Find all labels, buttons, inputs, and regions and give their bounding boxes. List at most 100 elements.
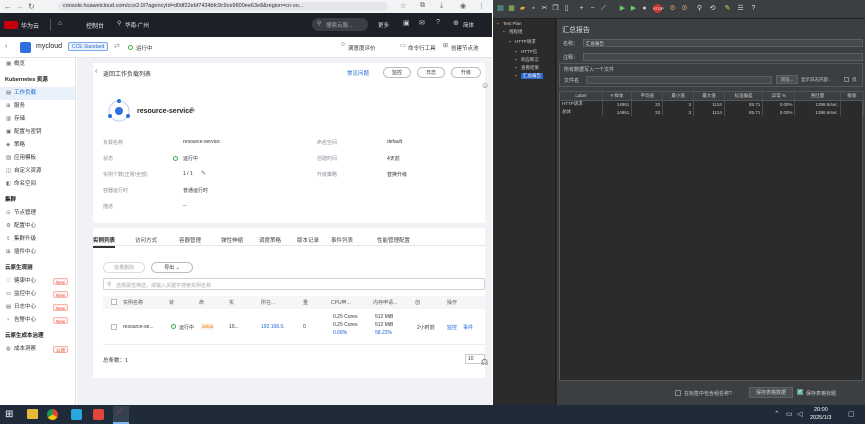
cli-icon[interactable]: ▭: [400, 42, 406, 49]
profile-icon[interactable]: ◉: [460, 2, 466, 10]
sidebar-item[interactable]: ⚙ 配置中心: [0, 220, 75, 233]
edit-scale-icon[interactable]: ✎: [201, 170, 206, 177]
copy-icon[interactable]: ❐: [551, 4, 560, 13]
tree-node[interactable]: Test Plan: [503, 21, 522, 26]
reset-search-icon[interactable]: ⟲: [708, 4, 717, 13]
start-icon[interactable]: ▶: [618, 4, 627, 13]
toggle-icon[interactable]: ⟋: [599, 4, 608, 13]
row-events-link[interactable]: 事件: [463, 324, 473, 331]
more-menu[interactable]: 更多: [378, 21, 389, 29]
instance-filter-input[interactable]: ⚲ 选择属性筛选，或输入关键字搜索实例名称: [103, 278, 485, 290]
batch-delete-button[interactable]: 批量删除: [103, 262, 145, 273]
tray-up-icon[interactable]: ⌃: [774, 410, 780, 418]
tab-7[interactable]: 性能管理配置: [377, 236, 410, 244]
help-icon[interactable]: ?: [436, 19, 440, 26]
tab-0[interactable]: 实例列表: [93, 236, 116, 248]
create-node-pool-link[interactable]: 创建节点池: [451, 44, 479, 52]
sidebar-item[interactable]: ◍ 成本洞察 公测: [0, 343, 75, 356]
tab-3[interactable]: 弹性伸缩: [221, 236, 243, 244]
app-icon-2[interactable]: [93, 409, 104, 420]
back-to-list-link[interactable]: 返回工作负载列表: [103, 69, 151, 78]
paste-icon[interactable]: ▯: [562, 4, 571, 13]
language-selector[interactable]: 简体: [463, 21, 474, 29]
log-button[interactable]: 日志: [417, 67, 445, 78]
windows-icon[interactable]: ⊞: [5, 409, 13, 420]
tab-5[interactable]: 版本记录: [297, 236, 319, 244]
start-no-pause-icon[interactable]: ▶: [629, 4, 638, 13]
results-row[interactable]: HTTP请求 14961 33 3 1124 85.71 0.00% 1398.6/sec: [560, 100, 865, 108]
tab-6[interactable]: 事件列表: [331, 236, 353, 244]
faq-link[interactable]: 常见问题: [347, 69, 369, 77]
swap-icon[interactable]: ⇄: [114, 42, 120, 50]
shutdown-icon[interactable]: STOP: [653, 4, 664, 13]
stop-icon[interactable]: ●: [640, 4, 649, 13]
node-link[interactable]: 192.168.0.: [261, 324, 285, 330]
search-tree-icon[interactable]: ⚲: [695, 4, 704, 13]
sidebar-item[interactable]: ▦ 概览: [0, 58, 75, 71]
console-link[interactable]: 控制台: [86, 21, 104, 30]
sidebar-item[interactable]: ◧ 命名空间: [0, 178, 75, 191]
include-group-checkbox[interactable]: [675, 390, 681, 396]
app-icon[interactable]: [71, 409, 82, 420]
chrome-icon[interactable]: [47, 409, 58, 420]
sidebar-item[interactable]: ▥ 存储: [0, 113, 75, 126]
clear-icon[interactable]: ⚙: [668, 4, 677, 13]
results-row[interactable]: 总体 14961 33 3 1124 85.71 0.00% 1398.6/sec: [560, 108, 865, 116]
tree-node[interactable]: 汇总报告: [521, 73, 543, 79]
headset-icon[interactable]: ☊: [481, 358, 488, 367]
survey-icon[interactable]: ☺: [340, 42, 346, 48]
tab-2[interactable]: 容器管理: [179, 236, 201, 244]
tree-node[interactable]: 查看结果: [521, 65, 539, 71]
tree-node[interactable]: 响应断言: [521, 57, 539, 63]
sidebar-item[interactable]: ▭ 监控中心 New: [0, 288, 75, 301]
sidebar-item[interactable]: ▣ 配置与密钥: [0, 126, 75, 139]
clock-time[interactable]: 20:00: [814, 407, 828, 413]
bookmark-icon[interactable]: ☆: [400, 2, 406, 10]
menu-icon[interactable]: ⋮: [478, 2, 485, 10]
filename-input[interactable]: [586, 76, 772, 84]
row-checkbox[interactable]: [111, 324, 117, 330]
clear-all-icon[interactable]: ⚙: [680, 4, 689, 13]
save-icon[interactable]: ▪: [529, 4, 538, 13]
browse-button[interactable]: 浏览...: [776, 75, 798, 84]
cut-icon[interactable]: ✂: [540, 4, 549, 13]
download-icon[interactable]: ⤓: [440, 2, 443, 10]
upgrade-button[interactable]: 升级: [451, 67, 481, 78]
feedback-icon[interactable]: ☺: [481, 81, 489, 90]
collapse-icon[interactable]: −: [588, 4, 597, 13]
templates-icon[interactable]: ▦: [507, 4, 516, 13]
address-bar[interactable]: console.huaweicloud.com/cce2.0/?agencyId…: [58, 2, 388, 11]
sidebar-item[interactable]: ⊞ 插件中心: [0, 246, 75, 259]
extension-icon[interactable]: ⧉: [420, 2, 425, 10]
sidebar-item[interactable]: ▧ 应用模板: [0, 152, 75, 165]
save-header-checkbox[interactable]: ✓: [797, 389, 803, 395]
function-helper-icon[interactable]: ✎: [723, 4, 732, 13]
clock-date[interactable]: 2025/1/3: [810, 415, 831, 421]
tree-node[interactable]: 线程组: [509, 29, 523, 35]
sidebar-item[interactable]: ◔ 告警中心 New: [0, 314, 75, 327]
errors-checkbox[interactable]: [844, 77, 849, 82]
sidebar-item[interactable]: ♡ 健康中心 New: [0, 275, 75, 288]
cli-link[interactable]: 命令行工具: [408, 44, 436, 52]
row-monitor-link[interactable]: 监控: [447, 324, 457, 331]
notification-icon[interactable]: ▢: [848, 410, 855, 418]
node-pool-icon[interactable]: ⊞: [443, 42, 448, 49]
select-all-checkbox[interactable]: [111, 299, 117, 305]
volume-icon[interactable]: ◁: [797, 410, 802, 418]
sidebar-item[interactable]: ⇪ 集群升级: [0, 233, 75, 246]
back-chevron-icon[interactable]: ‹: [95, 68, 97, 75]
file-explorer-icon[interactable]: [27, 409, 38, 419]
comment-input[interactable]: [583, 53, 863, 61]
sidebar-item[interactable]: ◫ 自定义资源: [0, 165, 75, 178]
reload-icon[interactable]: ↻: [28, 2, 35, 11]
header-search[interactable]: ⚲ 搜索云服...: [312, 18, 368, 31]
expand-icon[interactable]: +: [577, 4, 586, 13]
open-icon[interactable]: ▰: [518, 4, 527, 13]
edit-name-icon[interactable]: ✎: [190, 106, 196, 114]
export-button[interactable]: 导出 ⌄: [151, 262, 193, 273]
jmeter-taskbar-item[interactable]: ⟋: [113, 406, 129, 424]
tree-node[interactable]: HTTP信: [521, 49, 537, 55]
back-arrow-icon[interactable]: ‹: [5, 43, 7, 50]
sidebar-item[interactable]: ⊕ 服务: [0, 100, 75, 113]
tab-4[interactable]: 调度策略: [259, 236, 281, 244]
